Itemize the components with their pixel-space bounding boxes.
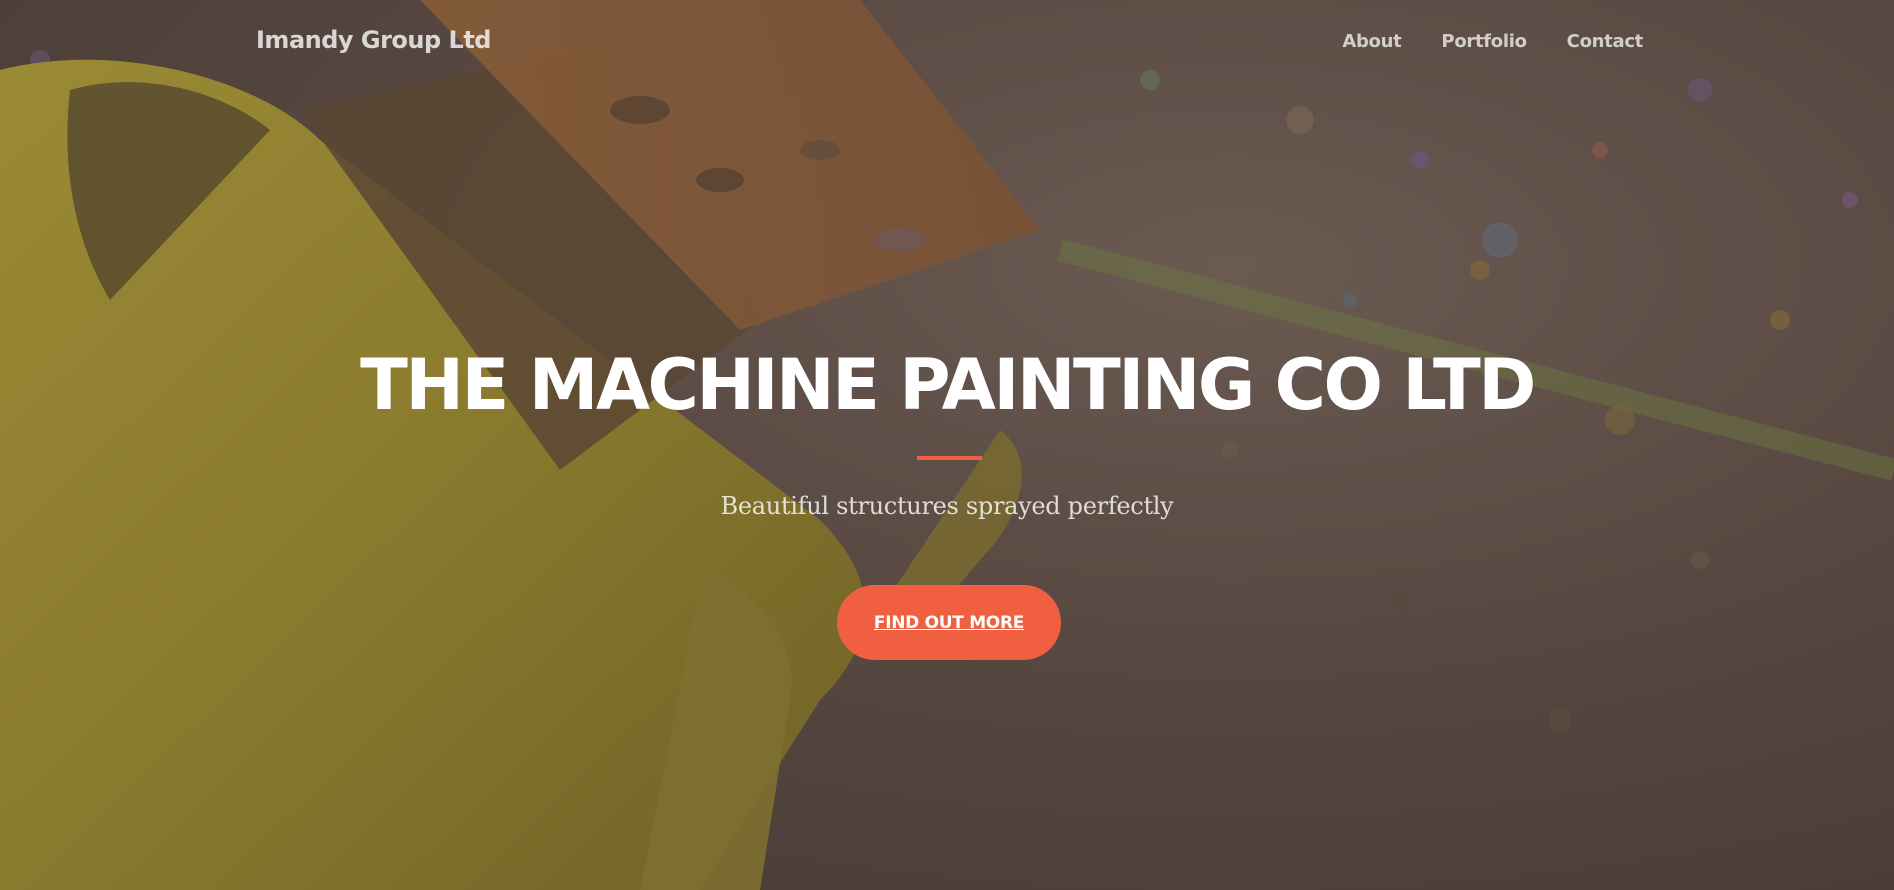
- hero-divider: [917, 456, 982, 460]
- hero-title: THE MACHINE PAINTING CO LTD: [360, 344, 1536, 426]
- find-out-more-button[interactable]: FIND OUT MORE: [837, 585, 1061, 660]
- hero-subtitle: Beautiful structures sprayed perfectly: [720, 492, 1174, 520]
- hero-section: THE MACHINE PAINTING CO LTD Beautiful st…: [0, 0, 1894, 890]
